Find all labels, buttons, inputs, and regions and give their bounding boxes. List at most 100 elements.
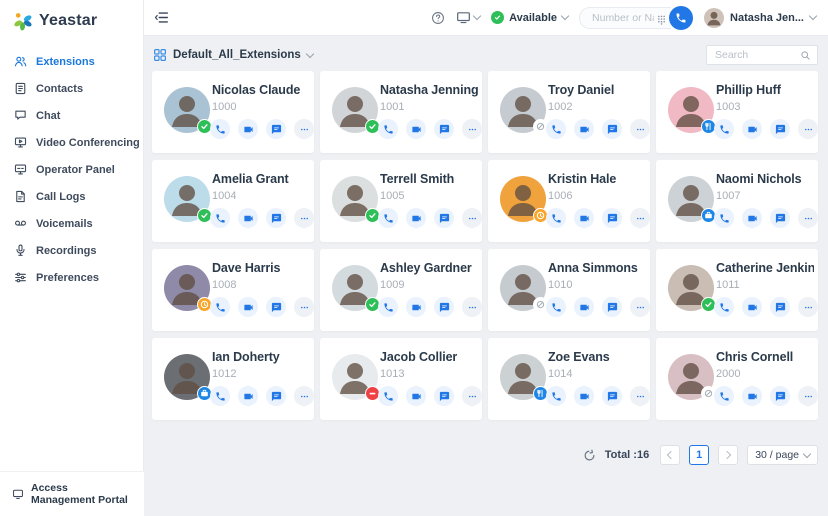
chat-button[interactable]: [266, 119, 286, 139]
extension-group-selector[interactable]: Default_All_Extensions: [153, 48, 313, 62]
device-selector-button[interactable]: [456, 10, 480, 25]
video-call-button[interactable]: [574, 386, 594, 406]
video-call-button[interactable]: [742, 119, 762, 139]
call-button[interactable]: [714, 208, 734, 228]
call-button[interactable]: [546, 297, 566, 317]
phone-icon: [551, 302, 562, 313]
chat-button[interactable]: [770, 119, 790, 139]
more-actions-button[interactable]: [294, 386, 314, 406]
video-call-button[interactable]: [574, 208, 594, 228]
chat-bubble-icon: [775, 391, 786, 402]
help-button[interactable]: [431, 11, 445, 25]
sidebar-item-preferences[interactable]: Preferences: [0, 264, 143, 291]
video-call-button[interactable]: [742, 208, 762, 228]
video-call-button[interactable]: [742, 386, 762, 406]
video-call-button[interactable]: [406, 119, 426, 139]
chat-button[interactable]: [770, 208, 790, 228]
video-call-button[interactable]: [238, 119, 258, 139]
refresh-button[interactable]: [583, 449, 596, 462]
card-actions: [714, 208, 818, 228]
video-call-button[interactable]: [238, 386, 258, 406]
search-input[interactable]: [713, 48, 800, 62]
chat-button[interactable]: [602, 386, 622, 406]
sidebar-item-contacts[interactable]: Contacts: [0, 75, 143, 102]
call-button[interactable]: [378, 119, 398, 139]
extension-number: 1007: [716, 190, 740, 202]
chat-button[interactable]: [434, 208, 454, 228]
call-button[interactable]: [546, 386, 566, 406]
call-button[interactable]: [714, 386, 734, 406]
call-button[interactable]: [210, 119, 230, 139]
chat-button[interactable]: [434, 119, 454, 139]
extension-name: Anna Simmons: [548, 261, 646, 275]
more-actions-button[interactable]: [798, 386, 818, 406]
dial-input[interactable]: [590, 11, 656, 25]
more-actions-button[interactable]: [462, 386, 482, 406]
call-button[interactable]: [546, 119, 566, 139]
chat-button[interactable]: [266, 297, 286, 317]
more-actions-button[interactable]: [462, 119, 482, 139]
collapse-sidebar-button[interactable]: [154, 10, 169, 25]
more-actions-button[interactable]: [294, 297, 314, 317]
sidebar-item-voicemails[interactable]: Voicemails: [0, 210, 143, 237]
call-button[interactable]: [210, 208, 230, 228]
chat-button[interactable]: [770, 297, 790, 317]
video-call-button[interactable]: [742, 297, 762, 317]
chat-bubble-icon: [607, 124, 618, 135]
video-call-button[interactable]: [574, 119, 594, 139]
sidebar-item-extensions[interactable]: Extensions: [0, 48, 143, 75]
chat-button[interactable]: [770, 386, 790, 406]
sidebar-item-operator-panel[interactable]: Operator Panel: [0, 156, 143, 183]
call-button[interactable]: [378, 386, 398, 406]
video-call-button[interactable]: [574, 297, 594, 317]
extension-card: Dave Harris1008: [152, 249, 314, 331]
more-actions-button[interactable]: [630, 297, 650, 317]
prev-page-button[interactable]: [660, 445, 680, 465]
more-actions-button[interactable]: [798, 208, 818, 228]
extension-number: 1010: [548, 279, 572, 291]
chat-button[interactable]: [434, 297, 454, 317]
search-icon[interactable]: [800, 50, 811, 61]
more-actions-button[interactable]: [630, 119, 650, 139]
access-management-portal-link[interactable]: Access Management Portal: [0, 471, 144, 516]
phone-icon: [383, 302, 394, 313]
current-page-button[interactable]: 1: [689, 445, 709, 465]
call-button[interactable]: [378, 208, 398, 228]
chat-button[interactable]: [602, 119, 622, 139]
video-call-button[interactable]: [238, 208, 258, 228]
more-actions-button[interactable]: [462, 208, 482, 228]
more-actions-button[interactable]: [462, 297, 482, 317]
video-call-button[interactable]: [406, 208, 426, 228]
video-call-button[interactable]: [406, 386, 426, 406]
video-call-button[interactable]: [406, 297, 426, 317]
sidebar-item-chat[interactable]: Chat: [0, 102, 143, 129]
sidebar-item-video-conferencing[interactable]: Video Conferencing: [0, 129, 143, 156]
more-actions-button[interactable]: [294, 208, 314, 228]
chat-button[interactable]: [602, 208, 622, 228]
chat-button[interactable]: [602, 297, 622, 317]
presence-selector[interactable]: Available: [491, 11, 568, 24]
call-button[interactable]: [714, 119, 734, 139]
user-menu[interactable]: Natasha Jen...: [704, 8, 816, 28]
make-call-button[interactable]: [669, 6, 693, 30]
chat-button[interactable]: [266, 386, 286, 406]
more-actions-button[interactable]: [798, 119, 818, 139]
more-actions-button[interactable]: [798, 297, 818, 317]
call-button[interactable]: [378, 297, 398, 317]
sidebar-item-call-logs[interactable]: Call Logs: [0, 183, 143, 210]
card-actions: [546, 208, 650, 228]
call-button[interactable]: [546, 208, 566, 228]
more-actions-button[interactable]: [294, 119, 314, 139]
dialpad-icon[interactable]: [656, 12, 667, 24]
chat-button[interactable]: [266, 208, 286, 228]
page-size-selector[interactable]: 30 / page: [747, 445, 818, 465]
call-button[interactable]: [714, 297, 734, 317]
call-button[interactable]: [210, 297, 230, 317]
more-actions-button[interactable]: [630, 386, 650, 406]
more-actions-button[interactable]: [630, 208, 650, 228]
video-call-button[interactable]: [238, 297, 258, 317]
sidebar-item-recordings[interactable]: Recordings: [0, 237, 143, 264]
next-page-button[interactable]: [718, 445, 738, 465]
call-button[interactable]: [210, 386, 230, 406]
chat-button[interactable]: [434, 386, 454, 406]
